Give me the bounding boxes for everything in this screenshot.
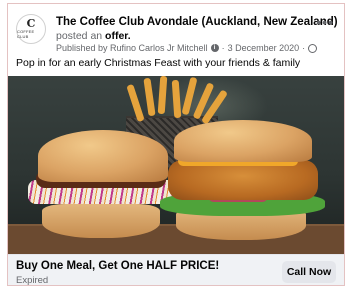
post-action-line: posted an offer. [56, 30, 131, 42]
offer-photo[interactable] [8, 76, 344, 254]
coffee-club-logo-text: COFFEE CLUB [17, 29, 35, 39]
action-object: offer. [105, 30, 131, 42]
page-name-link[interactable]: The Coffee Club Avondale (Auckland, New … [56, 16, 338, 28]
meta-separator-2: · [302, 43, 306, 53]
globe-icon [308, 43, 318, 53]
meta-separator: · [221, 43, 225, 53]
published-by: Published by Rufino Carlos Jr Mitchell [56, 43, 208, 53]
avatar[interactable]: C COFFEE CLUB [16, 14, 46, 44]
offer-footer: Buy One Meal, Get One HALF PRICE! Expire… [8, 254, 344, 286]
offer-title[interactable]: Buy One Meal, Get One HALF PRICE! [16, 260, 219, 272]
burger-left-bottom-bun [42, 204, 160, 238]
post-date[interactable]: 3 December 2020 [228, 43, 300, 53]
burger-left-top-bun [38, 130, 168, 182]
offer-post-card: C COFFEE CLUB The Coffee Club Avondale (… [7, 3, 345, 286]
burger-right-top-bun [174, 120, 312, 162]
info-icon[interactable]: i [210, 44, 219, 52]
post-meta: Published by Rufino Carlos Jr Mitchell i… [56, 43, 318, 53]
action-verb: posted an [56, 30, 103, 42]
call-now-button[interactable]: Call Now [282, 261, 336, 283]
burger-right-chicken [168, 160, 318, 200]
more-options-icon[interactable]: ••• [316, 14, 334, 30]
coffee-club-logo: C [26, 17, 36, 30]
offer-status: Expired [16, 275, 49, 286]
post-text: Pop in for an early Christmas Feast with… [16, 57, 301, 69]
post-header: C COFFEE CLUB The Coffee Club Avondale (… [16, 12, 338, 53]
